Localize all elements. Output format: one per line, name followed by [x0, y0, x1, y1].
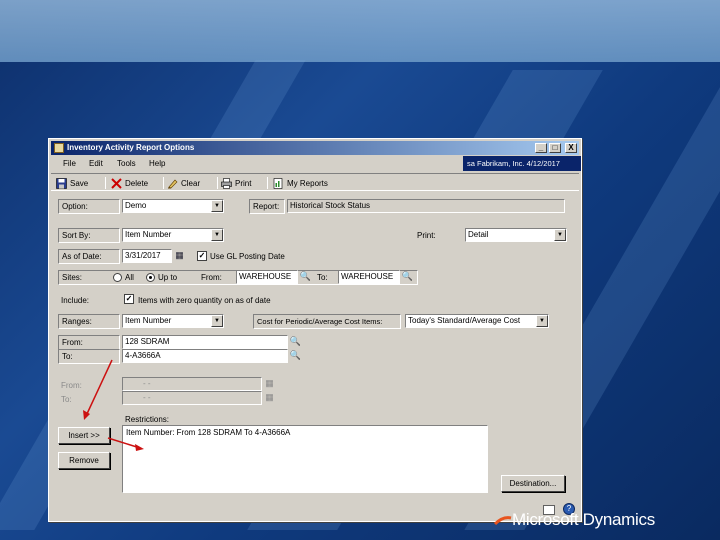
annotation-arrowhead	[83, 410, 90, 420]
annotation-arrows	[83, 359, 144, 451]
annotation-arrow-to-insert	[85, 359, 113, 417]
dynamics-logo-icon	[494, 516, 512, 526]
annotation-arrow-to-list	[107, 437, 141, 449]
microsoft-dynamics-logo: Microsoft Dynamics	[512, 510, 655, 529]
annotation-arrowhead	[135, 444, 144, 451]
